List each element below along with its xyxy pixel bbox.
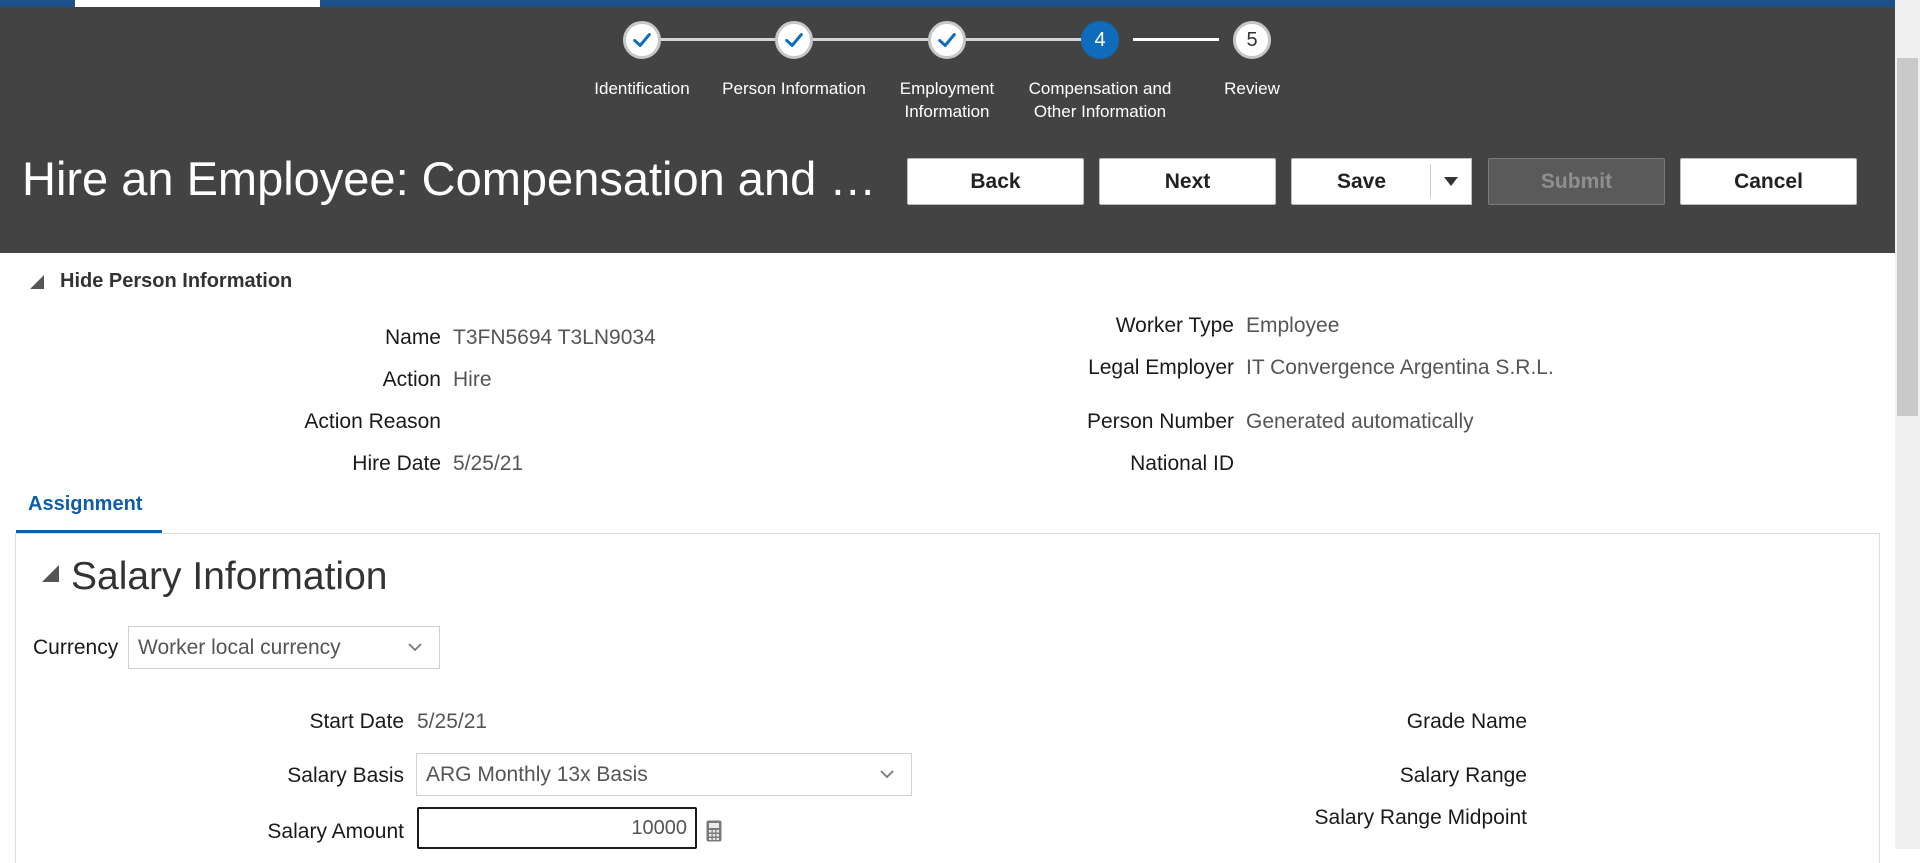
save-button[interactable]: Save [1291, 158, 1431, 205]
back-button[interactable]: Back [907, 158, 1084, 205]
check-icon [633, 33, 651, 47]
cancel-button[interactable]: Cancel [1680, 158, 1857, 205]
action-value: Hire [453, 368, 492, 391]
train-connector [813, 38, 928, 41]
train-stop-number: 4 [1094, 28, 1106, 51]
caret-down-icon [1443, 176, 1458, 186]
hide-person-information-label: Hide Person Information [60, 270, 293, 292]
salary-basis-label: Salary Basis [287, 764, 404, 787]
grade-name-label: Grade Name [1406, 710, 1527, 733]
train-stop-employment-information[interactable] [928, 21, 966, 59]
train-stop-number: 5 [1246, 28, 1258, 51]
salary-range-midpoint-label: Salary Range Midpoint [1314, 806, 1527, 829]
train-connector [966, 38, 1081, 41]
chevron-down-icon [408, 643, 422, 652]
salary-information-header[interactable]: Salary Information [42, 555, 387, 599]
page-title: Hire an Employee: Compensation and Other… [22, 152, 882, 205]
collapse-triangle-icon [42, 564, 59, 582]
worker-type-label: Worker Type [1115, 314, 1234, 337]
logo-tab [75, 0, 320, 7]
train-label[interactable]: Person Information [719, 77, 869, 100]
check-icon [938, 33, 956, 47]
salary-basis-select-value: ARG Monthly 13x Basis [426, 762, 648, 786]
train-stop-review[interactable]: 5 [1233, 21, 1271, 59]
salary-amount-input[interactable]: 10000 [417, 807, 697, 849]
currency-select-value: Worker local currency [138, 635, 341, 659]
save-divider [1430, 164, 1431, 198]
action-reason-label: Action Reason [304, 410, 441, 433]
national-id-label: National ID [1130, 452, 1234, 475]
train-label[interactable]: Review [1177, 77, 1327, 100]
start-date-value: 5/25/21 [417, 710, 488, 733]
name-label: Name [384, 326, 441, 349]
train-connector [1133, 38, 1219, 41]
section-title: Salary Information [71, 555, 388, 598]
currency-label: Currency [33, 636, 119, 659]
hire-date-value: 5/25/21 [453, 452, 524, 475]
train-stop-identification[interactable] [623, 21, 661, 59]
legal-employer-value: IT Convergence Argentina S.R.L. [1246, 356, 1554, 379]
chevron-down-icon [880, 770, 894, 779]
train-stop-compensation[interactable]: 4 [1081, 21, 1119, 59]
train-label[interactable]: Employment Information [872, 77, 1022, 123]
train-label[interactable]: Compensation and Other Information [1010, 77, 1190, 123]
salary-range-label: Salary Range [1399, 764, 1527, 787]
start-date-label: Start Date [309, 710, 404, 733]
currency-select[interactable]: Worker local currency [128, 626, 440, 669]
train-label[interactable]: Identification [567, 77, 717, 100]
train-connector [660, 38, 775, 41]
scrollbar-thumb[interactable] [1897, 58, 1918, 416]
next-button[interactable]: Next [1099, 158, 1276, 205]
action-label: Action [382, 368, 441, 391]
tab-assignment[interactable]: Assignment [16, 493, 162, 534]
person-number-label: Person Number [1086, 410, 1234, 433]
salary-basis-select[interactable]: ARG Monthly 13x Basis [416, 753, 912, 796]
legal-employer-label: Legal Employer [1088, 356, 1234, 379]
hire-date-label: Hire Date [352, 452, 441, 475]
hide-person-information-toggle[interactable]: Hide Person Information [30, 270, 292, 293]
person-number-value: Generated automatically [1246, 410, 1474, 433]
collapse-triangle-icon [30, 274, 44, 289]
save-menu-button[interactable] [1430, 158, 1472, 205]
worker-type-value: Employee [1246, 314, 1340, 337]
calculator-icon[interactable] [706, 820, 722, 842]
name-value: T3FN5694 T3LN9034 [453, 326, 656, 349]
submit-button[interactable]: Submit [1488, 158, 1665, 205]
salary-amount-label: Salary Amount [267, 820, 404, 843]
train-stop-person-information[interactable] [775, 21, 813, 59]
check-icon [785, 33, 803, 47]
